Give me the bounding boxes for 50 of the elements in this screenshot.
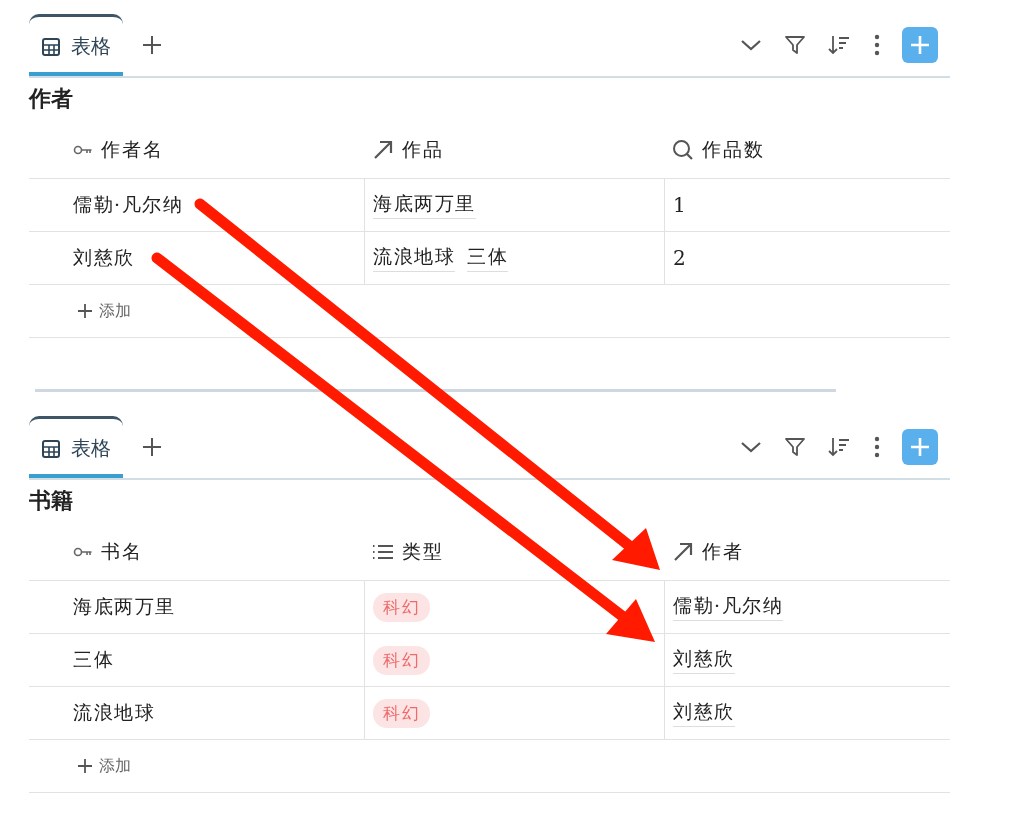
filter-icon[interactable] xyxy=(784,436,806,458)
plus-icon xyxy=(909,34,931,56)
column-header[interactable]: 类型 xyxy=(402,539,444,565)
column-header[interactable]: 作者 xyxy=(702,539,744,565)
table-icon xyxy=(41,36,61,57)
key-icon xyxy=(73,144,93,156)
view-tab[interactable]: 表格 xyxy=(29,14,123,76)
table-cell: 1 xyxy=(673,193,688,217)
column-header[interactable]: 作者名 xyxy=(101,137,164,163)
arrow-up-right-icon xyxy=(372,139,394,161)
table-cell-text: 三体 xyxy=(73,647,114,672)
relation-link[interactable]: 流浪地球 xyxy=(373,244,455,272)
chevron-down-icon[interactable] xyxy=(740,38,762,52)
relation-link[interactable]: 儒勒·凡尔纳 xyxy=(673,593,784,621)
database-title: 书籍 xyxy=(29,486,74,515)
more-icon[interactable] xyxy=(874,34,880,56)
chevron-down-icon[interactable] xyxy=(740,440,762,454)
category-tag: 科幻 xyxy=(373,698,430,728)
plus-icon xyxy=(909,436,931,458)
add-view-icon[interactable] xyxy=(141,436,163,458)
table-cell-text: 流浪地球 xyxy=(73,700,155,725)
category-tag: 科幻 xyxy=(373,645,430,675)
relation-link[interactable]: 海底两万里 xyxy=(373,191,476,219)
filter-icon[interactable] xyxy=(784,34,806,56)
table-cell-text: 儒勒·凡尔纳 xyxy=(73,192,184,217)
arrow-up-right-icon xyxy=(672,541,694,563)
add-row-button[interactable]: 添加 xyxy=(77,300,131,322)
key-icon xyxy=(73,546,93,558)
column-header[interactable]: 书名 xyxy=(101,539,143,565)
sort-icon[interactable] xyxy=(828,436,852,458)
column-header[interactable]: 作品数 xyxy=(702,137,765,163)
category-tag: 科幻 xyxy=(373,592,430,622)
relation-link[interactable]: 三体 xyxy=(467,244,508,272)
relation-link[interactable]: 刘慈欣 xyxy=(673,646,735,674)
plus-icon xyxy=(77,758,93,774)
add-row-button[interactable]: 添加 xyxy=(77,755,131,777)
database-title: 作者 xyxy=(29,84,74,113)
list-icon xyxy=(372,543,394,561)
table-cell: 2 xyxy=(673,246,688,270)
add-view-icon[interactable] xyxy=(141,34,163,56)
search-icon xyxy=(672,139,694,161)
table-icon xyxy=(41,438,61,459)
more-icon[interactable] xyxy=(874,436,880,458)
plus-icon xyxy=(77,303,93,319)
column-header[interactable]: 作品 xyxy=(402,137,444,163)
relation-link[interactable]: 刘慈欣 xyxy=(673,699,735,727)
table-cell-text: 刘慈欣 xyxy=(73,245,135,270)
sort-icon[interactable] xyxy=(828,34,852,56)
table-cell-text: 海底两万里 xyxy=(73,594,176,619)
view-tab[interactable]: 表格 xyxy=(29,416,123,478)
